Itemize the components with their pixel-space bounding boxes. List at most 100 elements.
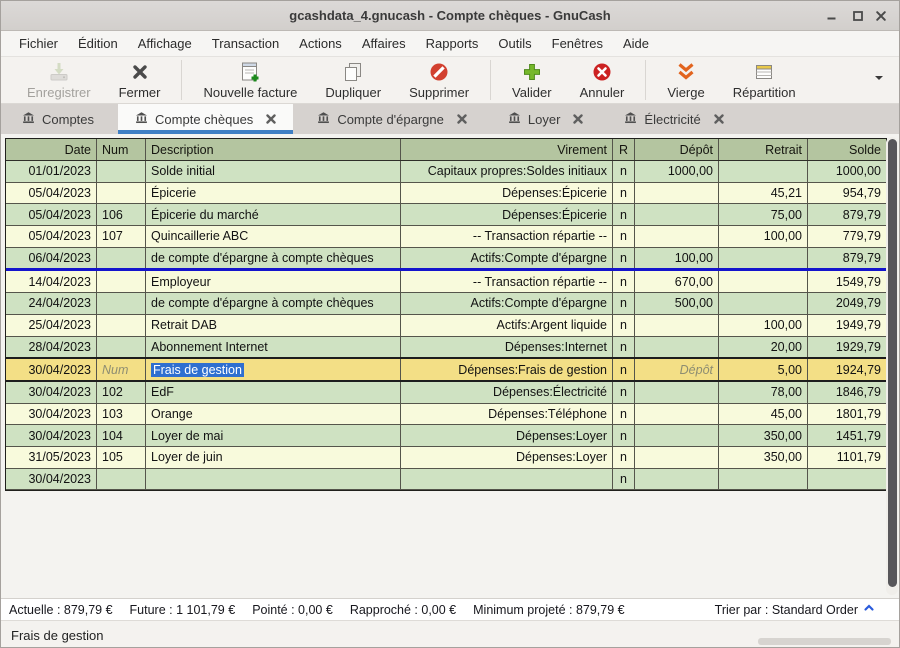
- column-header-retrait[interactable]: Retrait: [719, 139, 808, 160]
- cell-virement[interactable]: Dépenses:Électricité: [401, 382, 613, 403]
- toolbar-button-valider[interactable]: Valider: [498, 58, 566, 102]
- cell-virement[interactable]: Actifs:Compte d'épargne: [401, 293, 613, 314]
- cell-date[interactable]: 31/05/2023: [6, 447, 97, 468]
- cell-solde[interactable]: 1846,79: [808, 382, 886, 403]
- tab-close-icon[interactable]: [714, 114, 724, 124]
- cell-description[interactable]: Orange: [146, 404, 401, 425]
- cell-retrait[interactable]: 75,00: [719, 204, 808, 225]
- cell-date[interactable]: 01/01/2023: [6, 161, 97, 182]
- cell-description[interactable]: [146, 469, 401, 490]
- cell-retrait[interactable]: 100,00: [719, 226, 808, 247]
- menu-item-affichage[interactable]: Affichage: [128, 31, 202, 56]
- cell-reconcile[interactable]: n: [613, 226, 635, 247]
- menu-item-aide[interactable]: Aide: [613, 31, 659, 56]
- tab-compte-d-epargne[interactable]: Compte d'épargne: [300, 104, 484, 134]
- menu-item-edition[interactable]: Édition: [68, 31, 128, 56]
- cell-num[interactable]: 106: [97, 204, 146, 225]
- cell-num[interactable]: 105: [97, 447, 146, 468]
- cell-reconcile[interactable]: n: [613, 404, 635, 425]
- register-row[interactable]: 01/01/2023 Solde initialCapitaux propres:…: [6, 161, 886, 183]
- cell-description[interactable]: Épicerie du marché: [146, 204, 401, 225]
- cell-virement[interactable]: Dépenses:Épicerie: [401, 183, 613, 204]
- cell-solde[interactable]: 879,79: [808, 248, 886, 269]
- register-row[interactable]: 14/04/2023Employeur-- Transaction répart…: [6, 271, 886, 293]
- cell-virement[interactable]: Actifs:Argent liquide: [401, 315, 613, 336]
- cell-num[interactable]: [97, 183, 146, 204]
- cell-depot[interactable]: [635, 425, 719, 446]
- cell-date[interactable]: 14/04/2023: [6, 271, 97, 292]
- cell-description[interactable]: Solde initial: [146, 161, 401, 182]
- cell-retrait[interactable]: 350,00: [719, 447, 808, 468]
- cell-description[interactable]: Abonnement Internet: [146, 337, 401, 358]
- cell-virement[interactable]: Dépenses:Internet: [401, 337, 613, 358]
- cell-num[interactable]: [97, 293, 146, 314]
- cell-retrait[interactable]: [719, 161, 808, 182]
- cell-depot[interactable]: [635, 337, 719, 358]
- cell-depot[interactable]: [635, 226, 719, 247]
- maximize-button[interactable]: [851, 9, 865, 23]
- register-row[interactable]: 06/04/2023de compte d'épargne à compte c…: [6, 248, 886, 272]
- cell-retrait[interactable]: [719, 248, 808, 269]
- cell-description[interactable]: Quincaillerie ABC: [146, 226, 401, 247]
- toolbar-button-repartition[interactable]: Répartition: [719, 58, 810, 102]
- cell-reconcile[interactable]: n: [613, 447, 635, 468]
- tab-comptes[interactable]: Comptes: [5, 104, 111, 134]
- cell-retrait[interactable]: 100,00: [719, 315, 808, 336]
- cell-depot[interactable]: 670,00: [635, 271, 719, 292]
- cell-description[interactable]: Employeur: [146, 271, 401, 292]
- cell-virement[interactable]: Dépenses:Loyer: [401, 447, 613, 468]
- cell-description[interactable]: EdF: [146, 382, 401, 403]
- titlebar[interactable]: gcashdata_4.gnucash - Compte chèques - G…: [1, 1, 899, 31]
- menu-item-fichier[interactable]: Fichier: [9, 31, 68, 56]
- cell-num[interactable]: 104: [97, 425, 146, 446]
- register-row[interactable]: 30/04/2023102EdFDépenses:Électricitén78,…: [6, 382, 886, 404]
- cell-depot[interactable]: [635, 447, 719, 468]
- menu-item-outils[interactable]: Outils: [488, 31, 541, 56]
- cell-reconcile[interactable]: n: [613, 271, 635, 292]
- cell-date[interactable]: 30/04/2023: [6, 404, 97, 425]
- cell-reconcile[interactable]: n: [613, 359, 635, 380]
- register-row[interactable]: 25/04/2023Retrait DABActifs:Argent liqui…: [6, 315, 886, 337]
- register-row[interactable]: 30/04/2023NumFrais de gestionDépenses:Fr…: [6, 357, 886, 382]
- cell-solde[interactable]: [808, 469, 886, 490]
- cell-description[interactable]: Loyer de mai: [146, 425, 401, 446]
- register-row[interactable]: 24/04/2023de compte d'épargne à compte c…: [6, 293, 886, 315]
- tab-close-icon[interactable]: [457, 114, 467, 124]
- cell-date[interactable]: 30/04/2023: [6, 382, 97, 403]
- cell-num[interactable]: 107: [97, 226, 146, 247]
- cell-retrait[interactable]: 78,00: [719, 382, 808, 403]
- cell-depot[interactable]: [635, 183, 719, 204]
- register-row[interactable]: 30/04/2023n: [6, 469, 886, 491]
- cell-depot[interactable]: [635, 469, 719, 490]
- cell-description[interactable]: Retrait DAB: [146, 315, 401, 336]
- cell-retrait[interactable]: 45,00: [719, 404, 808, 425]
- cell-description[interactable]: Épicerie: [146, 183, 401, 204]
- tab-loyer[interactable]: Loyer: [491, 104, 601, 134]
- cell-depot[interactable]: 1000,00: [635, 161, 719, 182]
- menu-item-transaction[interactable]: Transaction: [202, 31, 289, 56]
- register-row[interactable]: 05/04/2023 ÉpicerieDépenses:Épicerien 45,2…: [6, 183, 886, 205]
- cell-reconcile[interactable]: n: [613, 315, 635, 336]
- cell-reconcile[interactable]: n: [613, 469, 635, 490]
- tab-close-icon[interactable]: [573, 114, 583, 124]
- column-header-solde[interactable]: Solde: [808, 139, 886, 160]
- cell-retrait[interactable]: [719, 293, 808, 314]
- column-header-virement[interactable]: Virement: [401, 139, 613, 160]
- menu-item-actions[interactable]: Actions: [289, 31, 352, 56]
- tab-close-icon[interactable]: [266, 114, 276, 124]
- cell-date[interactable]: 05/04/2023: [6, 183, 97, 204]
- menu-item-affaires[interactable]: Affaires: [352, 31, 416, 56]
- register-row[interactable]: 05/04/2023107Quincaillerie ABC-- Transac…: [6, 226, 886, 248]
- cell-virement[interactable]: -- Transaction répartie --: [401, 226, 613, 247]
- cell-depot[interactable]: 100,00: [635, 248, 719, 269]
- cell-solde[interactable]: 1451,79: [808, 425, 886, 446]
- cell-virement[interactable]: Capitaux propres:Soldes initiaux: [401, 161, 613, 182]
- cell-retrait[interactable]: 45,21: [719, 183, 808, 204]
- cell-virement[interactable]: Dépenses:Épicerie: [401, 204, 613, 225]
- cell-virement[interactable]: Actifs:Compte d'épargne: [401, 248, 613, 269]
- cell-reconcile[interactable]: n: [613, 183, 635, 204]
- cell-solde[interactable]: 1949,79: [808, 315, 886, 336]
- scrollbar-thumb[interactable]: [888, 139, 897, 587]
- cell-reconcile[interactable]: n: [613, 337, 635, 358]
- toolbar-button-enregistrer[interactable]: Enregistrer: [13, 58, 105, 102]
